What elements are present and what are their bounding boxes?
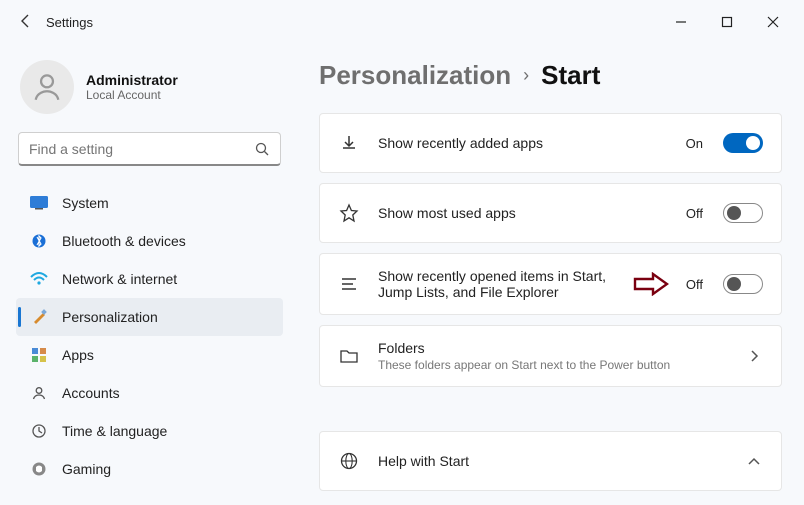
window-title: Settings [46,15,93,30]
sidebar-item-label: Personalization [62,309,158,325]
list-icon [338,274,360,294]
sidebar-item-label: Gaming [62,461,111,477]
setting-help-with-start[interactable]: Help with Start [319,431,782,491]
breadcrumb-current: Start [541,60,600,91]
sidebar-item-system[interactable]: System [16,184,283,222]
wifi-icon [30,270,48,288]
toggle-recently-added-apps[interactable] [723,133,763,153]
chevron-up-icon [745,456,763,466]
globe-icon [338,451,360,471]
search-icon [254,141,270,157]
setting-recently-added-apps: Show recently added apps On [319,113,782,173]
setting-title: Show recently added apps [378,135,668,151]
apps-icon [30,346,48,364]
sidebar-item-apps[interactable]: Apps [16,336,283,374]
sidebar-item-network[interactable]: Network & internet [16,260,283,298]
sidebar-item-bluetooth[interactable]: Bluetooth & devices [16,222,283,260]
sidebar: Administrator Local Account System Bluet… [0,44,295,505]
search-box[interactable] [18,132,281,166]
chevron-right-icon [745,349,763,363]
accounts-icon [30,384,48,402]
user-sub: Local Account [86,88,178,102]
toggle-state-label: Off [686,206,703,221]
sidebar-item-personalization[interactable]: Personalization [16,298,283,336]
setting-recently-opened-items: Show recently opened items in Start, Jum… [319,253,782,315]
maximize-button[interactable] [704,6,750,38]
gaming-icon [30,460,48,478]
toggle-most-used-apps[interactable] [723,203,763,223]
chevron-right-icon: › [523,65,529,86]
star-icon [338,203,360,223]
sidebar-item-label: Accounts [62,385,120,401]
sidebar-item-label: Network & internet [62,271,177,287]
sidebar-item-gaming[interactable]: Gaming [16,450,283,488]
maximize-icon [721,16,733,28]
sidebar-item-time-language[interactable]: Time & language [16,412,283,450]
setting-folders[interactable]: Folders These folders appear on Start ne… [319,325,782,387]
download-icon [338,133,360,153]
bluetooth-icon [30,232,48,250]
sidebar-item-label: Time & language [62,423,167,439]
arrow-left-icon [18,13,34,29]
close-icon [767,16,779,28]
setting-title: Folders [378,340,727,356]
close-button[interactable] [750,6,796,38]
sidebar-item-label: System [62,195,109,211]
sidebar-item-accounts[interactable]: Accounts [16,374,283,412]
minimize-button[interactable] [658,6,704,38]
clock-icon [30,422,48,440]
toggle-recently-opened-items[interactable] [723,274,763,294]
breadcrumb-parent[interactable]: Personalization [319,60,511,91]
search-input[interactable] [29,141,254,157]
sidebar-item-label: Bluetooth & devices [62,233,186,249]
main-panel: Personalization › Start Show recently ad… [295,44,804,505]
breadcrumb: Personalization › Start [319,60,782,91]
back-button[interactable] [8,13,44,32]
system-icon [30,194,48,212]
setting-title: Show recently opened items in Start, Jum… [378,268,638,300]
setting-title: Show most used apps [378,205,668,221]
toggle-state-label: On [686,136,703,151]
setting-subtitle: These folders appear on Start next to th… [378,358,727,372]
titlebar: Settings [0,0,804,44]
paintbrush-icon [30,308,48,326]
minimize-icon [675,16,687,28]
sidebar-item-label: Apps [62,347,94,363]
toggle-state-label: Off [686,277,703,292]
folder-icon [338,347,360,365]
person-icon [30,70,64,104]
user-block[interactable]: Administrator Local Account [16,44,283,132]
setting-most-used-apps: Show most used apps Off [319,183,782,243]
user-name: Administrator [86,72,178,88]
setting-title: Help with Start [378,453,727,469]
avatar [20,60,74,114]
